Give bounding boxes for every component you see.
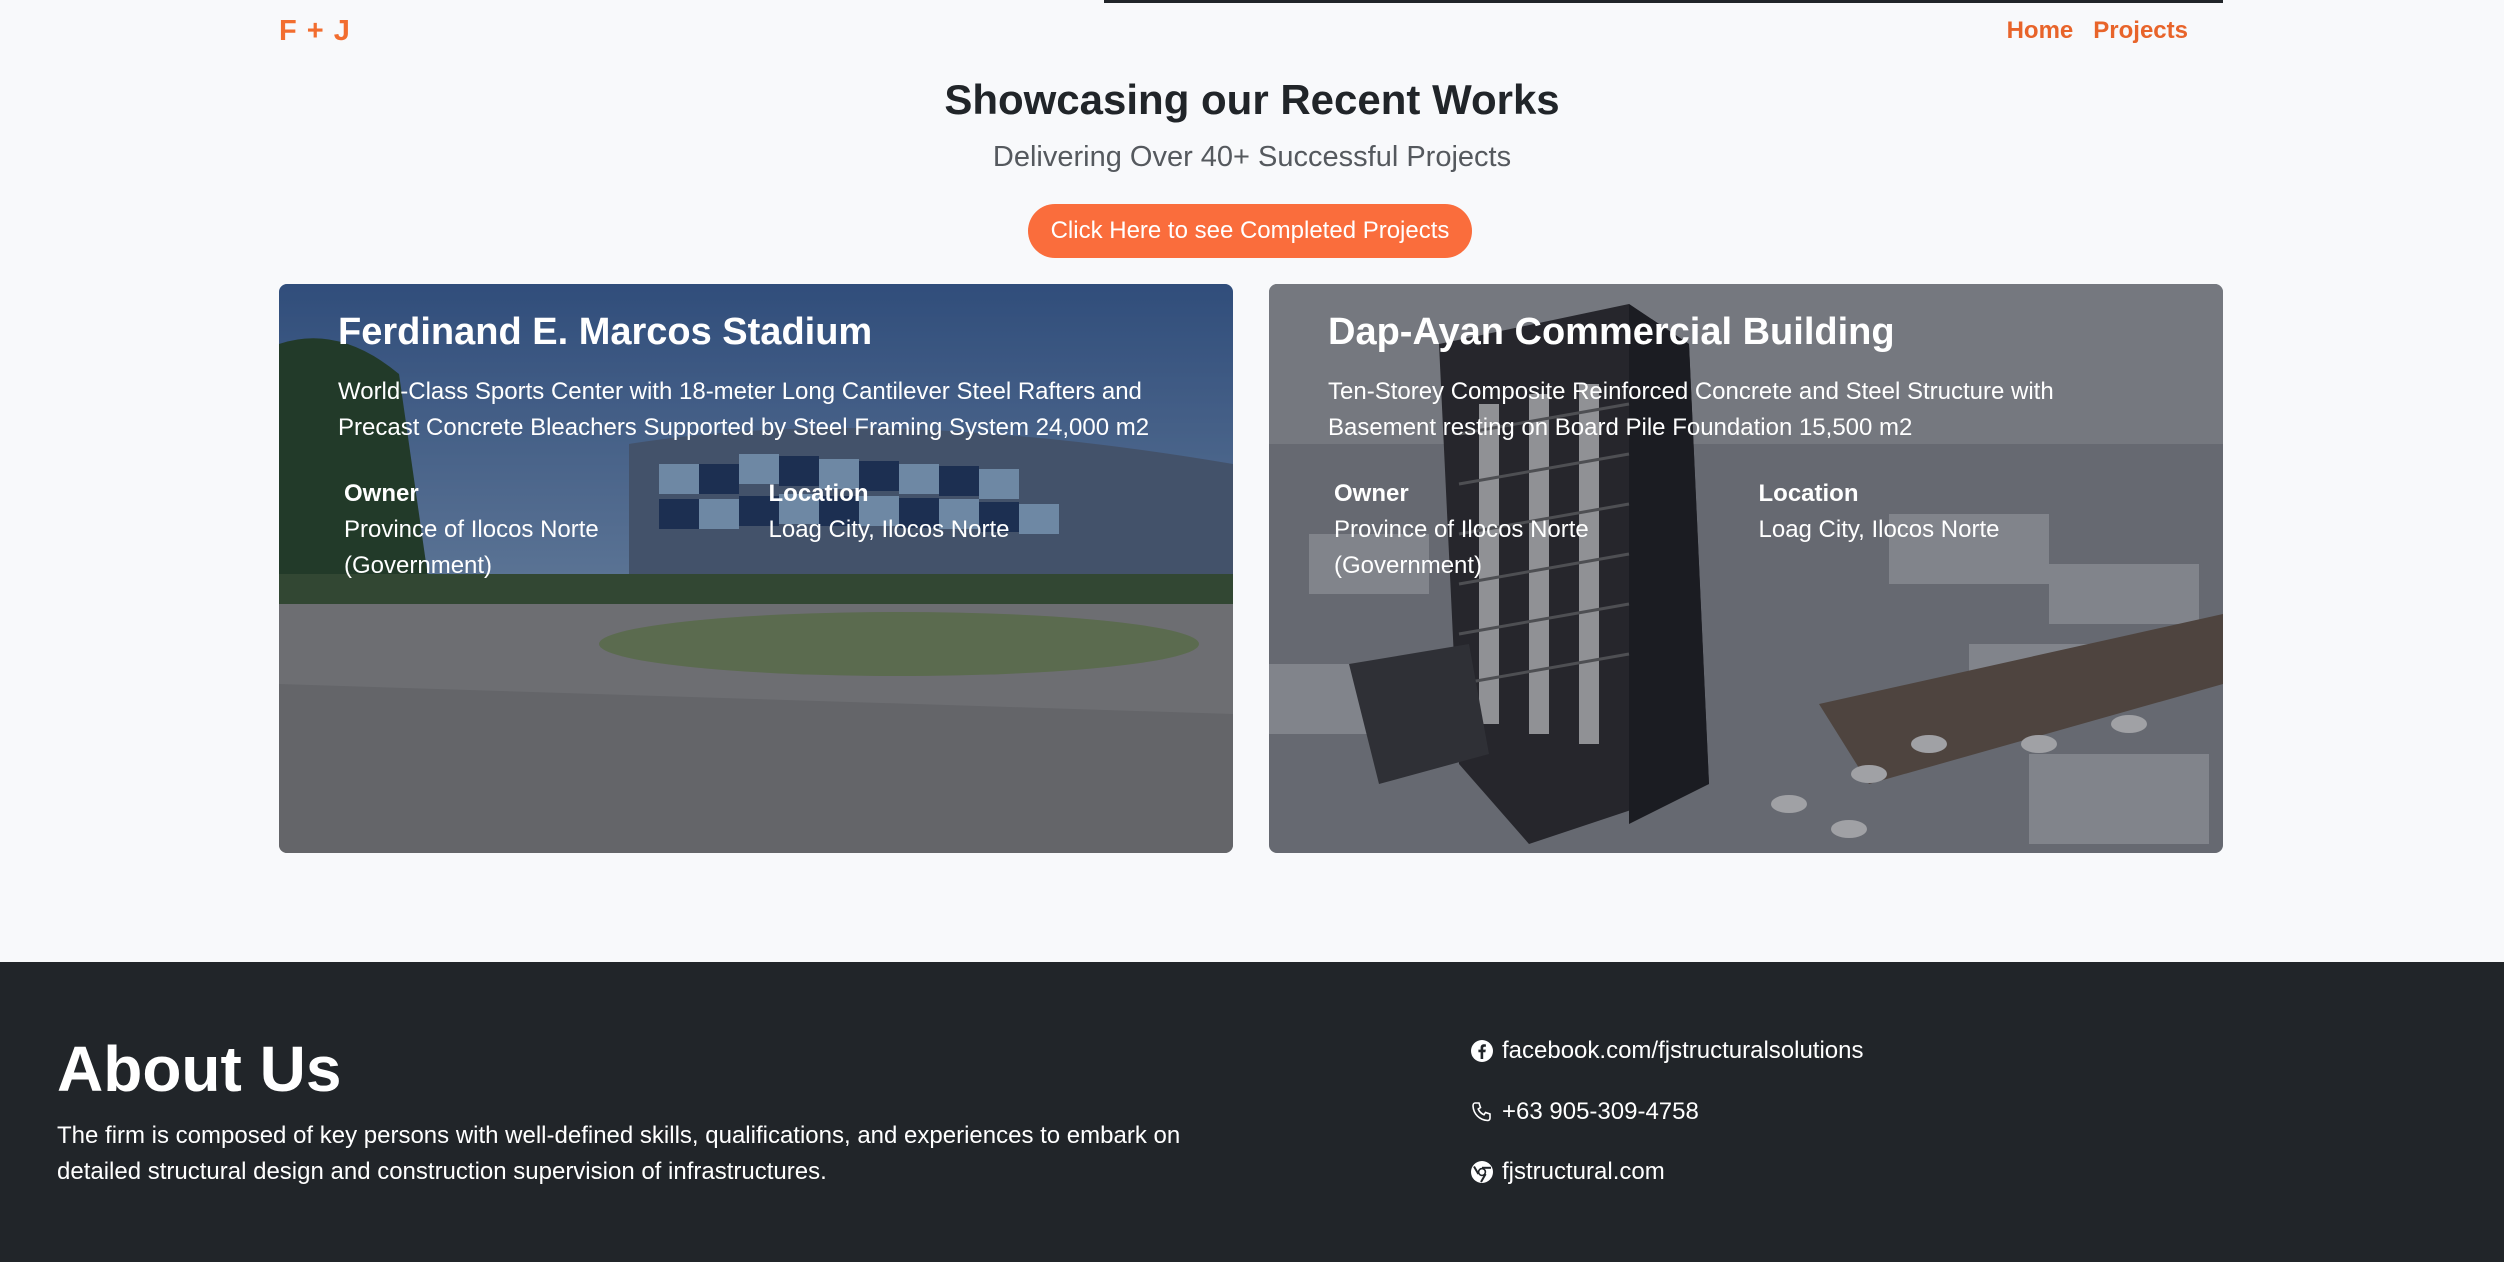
phone-link[interactable]: +63 905-309-4758 <box>1470 1098 1699 1126</box>
project-meta: Owner Province of Ilocos Norte (Governme… <box>1334 476 2183 584</box>
phone-text: +63 905-309-4758 <box>1502 1098 1699 1125</box>
project-title: Dap-Ayan Commercial Building <box>1328 311 1895 353</box>
about-text: The firm is composed of key persons with… <box>57 1122 1181 1185</box>
completed-projects-button[interactable]: Click Here to see Completed Projects <box>1028 204 1472 258</box>
project-meta: Owner Province of Ilocos Norte (Governme… <box>344 476 1193 584</box>
footer: About Us The firm is composed of key per… <box>0 962 2504 1262</box>
project-title: Ferdinand E. Marcos Stadium <box>338 311 873 353</box>
top-divider <box>1104 0 2223 3</box>
main-nav: Home Projects <box>2007 17 2188 45</box>
brand-logo[interactable]: F + J <box>279 15 351 48</box>
location-value: Loag City, Ilocos Norte <box>1758 515 2000 543</box>
facebook-link[interactable]: facebook.com/fjstructuralsolutions <box>1470 1037 1864 1065</box>
card-content: Ferdinand E. Marcos Stadium World-Class … <box>338 311 1193 584</box>
owner-value: Province of Ilocos Norte (Government) <box>344 515 599 579</box>
nav-projects-link[interactable]: Projects <box>2093 17 2188 45</box>
facebook-icon <box>1471 1040 1493 1062</box>
location-label: Location <box>1758 479 1859 507</box>
card-content: Dap-Ayan Commercial Building Ten-Storey … <box>1328 311 2183 584</box>
project-card-stadium[interactable]: Ferdinand E. Marcos Stadium World-Class … <box>279 284 1233 853</box>
about-title: About Us <box>57 1033 342 1105</box>
location-label: Location <box>768 479 869 507</box>
owner-label: Owner <box>1334 479 1409 507</box>
location-value: Loag City, Ilocos Norte <box>768 515 1010 543</box>
nav-home-link[interactable]: Home <box>2007 17 2074 45</box>
website-link[interactable]: fjstructural.com <box>1470 1158 1665 1186</box>
navbar: F + J Home Projects <box>0 0 2504 62</box>
section-title: Showcasing our Recent Works <box>944 76 1560 123</box>
facebook-text: facebook.com/fjstructuralsolutions <box>1502 1037 1864 1064</box>
globe-icon <box>1471 1161 1493 1183</box>
project-description: World-Class Sports Center with 18-meter … <box>338 377 1150 441</box>
website-text: fjstructural.com <box>1502 1158 1665 1185</box>
phone-icon <box>1472 1102 1491 1122</box>
owner-label: Owner <box>344 479 419 507</box>
owner-value: Province of Ilocos Norte (Government) <box>1334 515 1589 579</box>
section-subtitle: Delivering Over 40+ Successful Projects <box>992 141 1512 173</box>
project-description: Ten-Storey Composite Reinforced Concrete… <box>1328 377 2054 441</box>
project-card-dap-ayan[interactable]: Dap-Ayan Commercial Building Ten-Storey … <box>1269 284 2223 853</box>
